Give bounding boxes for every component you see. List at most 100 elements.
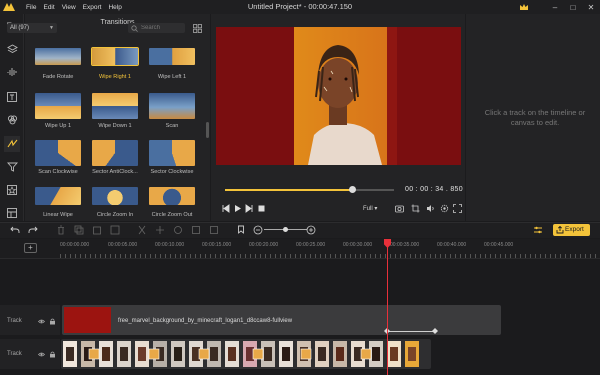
copy-icon[interactable] <box>74 225 84 235</box>
crop-clip-icon[interactable] <box>155 225 165 235</box>
redo-icon[interactable] <box>28 225 38 235</box>
ruler-tick-label: 00:00:20.000 <box>249 242 279 248</box>
stop-icon[interactable] <box>257 204 266 213</box>
playback-remaining[interactable] <box>353 189 394 191</box>
transition-label: Linear Wipe <box>43 212 73 218</box>
crown-icon[interactable] <box>519 2 529 12</box>
playback-progress[interactable] <box>225 189 353 191</box>
fullscreen-icon[interactable] <box>453 204 462 213</box>
maximize-button[interactable]: □ <box>564 0 582 14</box>
close-button[interactable]: ✕ <box>582 0 600 14</box>
category-filter[interactable]: All (97) ▼ <box>7 23 57 33</box>
menu-edit[interactable]: Edit <box>43 4 54 11</box>
ruler-tick-label: 00:00:45.000 <box>484 242 514 248</box>
video-frame-image <box>216 27 461 165</box>
snapshot-icon[interactable] <box>395 204 404 213</box>
panel-scrollbar[interactable] <box>206 122 209 138</box>
lock-icon[interactable] <box>49 351 56 358</box>
paste-icon[interactable] <box>92 225 102 235</box>
transition-thumbnail[interactable] <box>92 187 138 205</box>
eye-icon[interactable] <box>38 351 45 358</box>
zoom-slider-knob[interactable] <box>283 227 288 232</box>
tool-rail <box>0 14 24 221</box>
marker-icon[interactable] <box>236 225 246 235</box>
transition-thumbnail[interactable] <box>35 187 81 205</box>
transition-thumbnail[interactable] <box>149 48 195 65</box>
properties-empty-message: Click a track on the timeline or canvas … <box>484 108 586 127</box>
eye-icon[interactable] <box>38 318 45 325</box>
timeline-toolbar <box>0 222 600 238</box>
minimize-button[interactable]: – <box>546 0 564 14</box>
menu-view[interactable]: View <box>62 4 76 11</box>
timecode-display: 00 : 00 : 34 . 850 <box>405 186 463 193</box>
transition-label: Wipe Down 1 <box>98 123 132 129</box>
transition-label: Sector Clockwise <box>150 169 194 175</box>
transition-label: Circle Zoom Out <box>151 212 193 218</box>
speed-icon[interactable] <box>173 225 183 235</box>
add-track-button[interactable]: + <box>24 243 37 253</box>
stickers-icon[interactable] <box>4 182 20 198</box>
track-label: Track <box>7 318 22 324</box>
lock-icon[interactable] <box>49 318 56 325</box>
image-sequence-clip[interactable] <box>61 339 431 369</box>
transition-label: Scan <box>165 123 179 129</box>
adjust-icon[interactable] <box>533 225 543 235</box>
next-frame-icon[interactable] <box>245 204 254 213</box>
transition-thumbnail[interactable] <box>35 48 81 65</box>
menu-export[interactable]: Export <box>83 4 102 11</box>
mosaic-icon[interactable] <box>209 225 219 235</box>
play-icon[interactable] <box>233 204 242 213</box>
menu-help[interactable]: Help <box>108 4 121 11</box>
transition-thumbnail-selected[interactable] <box>91 47 139 66</box>
video-canvas[interactable] <box>216 27 461 165</box>
transition-thumbnail[interactable] <box>92 93 138 119</box>
transition-thumbnail[interactable] <box>149 140 195 166</box>
ruler-tick-label: 00:00:05.000 <box>108 242 138 248</box>
transition-thumbnail[interactable] <box>35 93 81 119</box>
prev-frame-icon[interactable] <box>221 204 230 213</box>
transition-label: Scan Clockwise <box>38 169 78 175</box>
transition-thumbnail[interactable] <box>149 187 195 205</box>
transition-thumbnail[interactable] <box>149 93 195 119</box>
ruler-tick-label: 00:00:15.000 <box>202 242 232 248</box>
playhead-line[interactable] <box>387 239 388 375</box>
effects-icon[interactable] <box>4 112 20 128</box>
layers-icon[interactable] <box>4 41 20 57</box>
clip-name: free_marvel_background_by_minecraft_loga… <box>118 318 293 324</box>
text-icon[interactable] <box>4 89 20 105</box>
delete-icon[interactable] <box>56 225 66 235</box>
transition-thumbnail[interactable] <box>35 140 81 166</box>
volume-icon[interactable] <box>426 204 435 213</box>
audio-icon[interactable] <box>4 64 20 80</box>
keyframe-diamond-icon[interactable] <box>432 328 438 334</box>
templates-icon[interactable] <box>4 205 20 221</box>
chevron-down-icon: ▼ <box>49 25 54 31</box>
freeze-icon[interactable] <box>191 225 201 235</box>
quality-select[interactable]: Full ▾ <box>363 205 377 212</box>
ruler-tick-label: 00:00:00.000 <box>60 242 90 248</box>
menu-file[interactable]: File <box>26 4 36 11</box>
grid-view-icon[interactable] <box>193 24 202 33</box>
crop-icon[interactable] <box>411 204 420 213</box>
settings-icon[interactable] <box>440 204 449 213</box>
transition-label-selected: Wipe Right 1 <box>98 74 132 80</box>
split-icon[interactable] <box>137 225 147 235</box>
transition-thumbnail[interactable] <box>92 140 138 166</box>
transitions-icon[interactable] <box>4 136 20 152</box>
export-button[interactable]: Export <box>553 224 590 236</box>
filter-value: All (97) <box>10 25 30 31</box>
ruler-tick-label: 00:00:25.000 <box>296 242 326 248</box>
zoom-out-icon[interactable] <box>253 225 263 235</box>
export-icon <box>556 226 564 234</box>
playback-scrubber[interactable] <box>349 186 356 193</box>
transition-label: Wipe Up 1 <box>44 123 72 129</box>
filters-icon[interactable] <box>4 159 20 175</box>
undo-icon[interactable] <box>10 225 20 235</box>
ruler-tick-label: 00:00:35.000 <box>390 242 420 248</box>
duplicate-icon[interactable] <box>110 225 120 235</box>
transition-label: Circle Zoom In <box>96 212 134 218</box>
zoom-in-icon[interactable] <box>306 225 316 235</box>
clip-thumbnail <box>64 307 111 333</box>
title-bar: File Edit View Export Help Untitled Proj… <box>0 0 600 14</box>
transition-label: Fade Rotate <box>42 74 74 80</box>
